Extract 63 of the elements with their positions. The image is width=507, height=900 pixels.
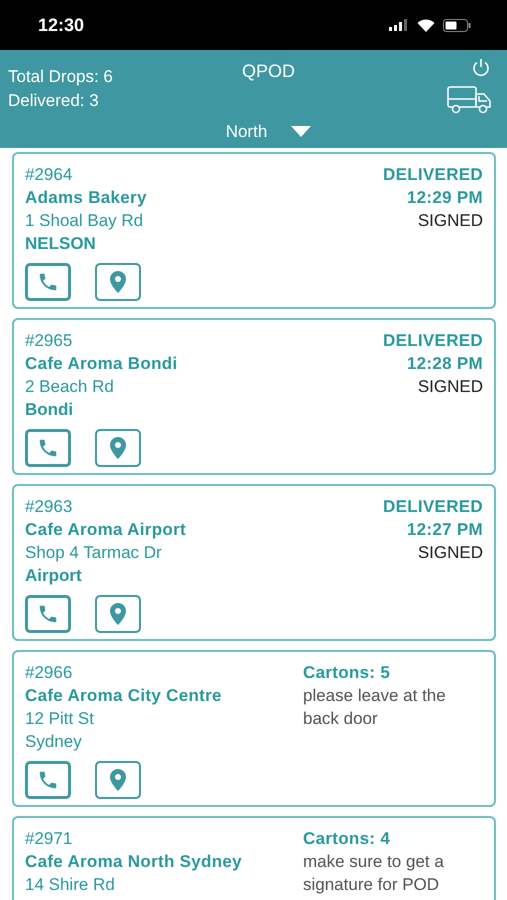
order-number: #2964 [25, 164, 74, 186]
delivery-status: DELIVERED [383, 330, 483, 352]
delivery-time: 12:28 PM [406, 353, 483, 375]
order-number: #2965 [25, 330, 74, 352]
drop-card[interactable]: #2964 Adams Bakery 1 Shoal Bay Rd NELSON DELIVERED 12:29 PM SIGNED [12, 152, 496, 309]
address: 1 Shoal Bay Rd [25, 210, 144, 232]
location-pin-icon [108, 768, 128, 792]
order-number: #2966 [25, 662, 74, 684]
delivery-time: 12:27 PM [406, 519, 483, 541]
delivered-count: Delivered: 3 [8, 90, 100, 112]
order-number: #2963 [25, 496, 74, 518]
suburb: NELSON [25, 233, 97, 255]
phone-icon [37, 603, 59, 625]
delivery-status: DELIVERED [383, 496, 483, 518]
map-button[interactable] [95, 429, 141, 467]
drop-card[interactable]: #2965 Cafe Aroma Bondi 2 Beach Rd Bondi DELIVERED 12:28 PM SIGNED [12, 318, 496, 475]
wifi-icon [417, 18, 435, 32]
customer-name: Adams Bakery [25, 187, 148, 209]
customer-name: Cafe Aroma City Centre [25, 685, 223, 707]
address: 12 Pitt St [25, 708, 95, 730]
app-logo: QPOD [242, 60, 295, 83]
location-pin-icon [108, 270, 128, 294]
call-button[interactable] [25, 429, 71, 467]
map-button[interactable] [95, 595, 141, 633]
call-button[interactable] [25, 263, 71, 301]
map-button[interactable] [95, 761, 141, 799]
suburb: Sydney [25, 731, 83, 753]
proof-status: SIGNED [418, 210, 483, 232]
signal-icon [389, 19, 409, 31]
location-pin-icon [108, 602, 128, 626]
drop-card[interactable]: #2966 Cafe Aroma City Centre 12 Pitt St Sydney Cartons: 5 please leave at the back door [12, 650, 496, 807]
customer-name: Cafe Aroma North Sydney [25, 851, 243, 873]
phone-icon [37, 437, 59, 459]
suburb: Bondi [25, 399, 74, 421]
map-button[interactable] [95, 263, 141, 301]
drop-card[interactable]: #2971 Cafe Aroma North Sydney 14 Shire Rd Cartons: 4 make sure to get a signature for POD [12, 816, 496, 900]
status-time: 12:30 [38, 14, 84, 36]
battery-icon [443, 18, 471, 32]
delivery-note: make sure to get a signature for POD [303, 851, 445, 896]
drop-card[interactable]: #2963 Cafe Aroma Airport Shop 4 Tarmac Dr Airport DELIVERED 12:27 PM SIGNED [12, 484, 496, 641]
proof-status: SIGNED [418, 376, 483, 398]
suburb: Airport [25, 565, 83, 587]
delivery-time: 12:29 PM [406, 187, 483, 209]
address: 2 Beach Rd [25, 376, 115, 398]
total-drops-label: Total Drops: 6 [8, 66, 114, 88]
truck-icon[interactable] [447, 86, 491, 114]
delivery-note: please leave at the back door [303, 685, 447, 730]
phone-icon [37, 769, 59, 791]
address: Shop 4 Tarmac Dr [25, 542, 163, 564]
proof-status: SIGNED [418, 542, 483, 564]
delivery-status: DELIVERED [383, 164, 483, 186]
phone-icon [37, 271, 59, 293]
location-pin-icon [108, 436, 128, 460]
order-number: #2971 [25, 828, 74, 850]
carton-count: Cartons: 4 [303, 828, 392, 850]
carton-count: Cartons: 5 [303, 662, 392, 684]
caret-icon [291, 126, 312, 137]
address: 14 Shire Rd [25, 874, 116, 896]
call-button[interactable] [25, 595, 71, 633]
power-icon[interactable] [471, 58, 491, 78]
call-button[interactable] [25, 761, 71, 799]
customer-name: Cafe Aroma Bondi [25, 353, 178, 375]
customer-name: Cafe Aroma Airport [25, 519, 187, 541]
